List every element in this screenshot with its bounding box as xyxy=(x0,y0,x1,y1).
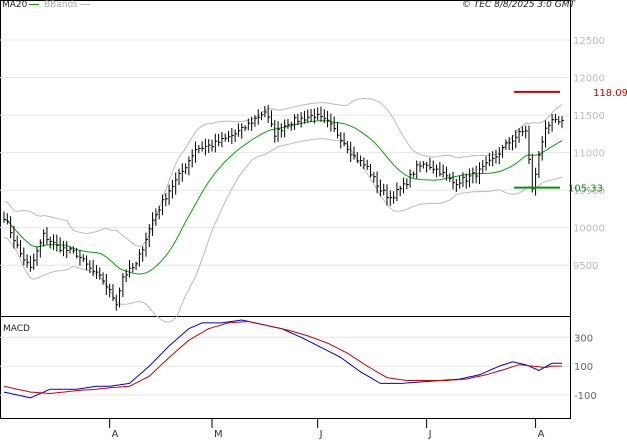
bband-upper-line xyxy=(3,97,563,247)
legend-bbands-swatch xyxy=(79,4,90,5)
price-tick-label: 11000 xyxy=(573,149,605,160)
legend-ma20-swatch xyxy=(29,4,40,5)
x-tick-label: J xyxy=(428,429,432,440)
price-tick-label: 12500 xyxy=(573,36,605,47)
resistance-label: 118.09 xyxy=(593,88,627,99)
stock-chart: 9500100001050011000115001200012500A M J J A1… xyxy=(0,0,627,440)
x-tick-label: M xyxy=(214,429,223,440)
macd-series-signal xyxy=(3,320,562,395)
bband-lower-line xyxy=(3,138,563,323)
price-tick-label: 9500 xyxy=(573,261,598,272)
x-tick-label: A xyxy=(538,429,545,440)
legend-ma20: MA20 xyxy=(2,0,40,10)
macd-tick-label: 300 xyxy=(574,333,593,344)
x-tick-label: J xyxy=(319,429,323,440)
legend-bbands-label: BBands xyxy=(44,0,78,10)
source-credit: © TEC 8/8/2025 3:0 GMT xyxy=(461,0,575,10)
macd-series-macd xyxy=(3,319,562,399)
macd-tick-label: -100 xyxy=(574,391,597,402)
macd-panel-label: MACD xyxy=(3,324,30,334)
price-tick-label: 12000 xyxy=(573,74,605,85)
price-tick-label: 11500 xyxy=(573,111,605,122)
legend-ma20-label: MA20 xyxy=(2,0,28,10)
legend-bbands: BBands xyxy=(44,0,90,10)
chart-frame xyxy=(0,0,571,419)
ma20-line xyxy=(3,120,563,275)
price-tick-label: 10000 xyxy=(573,224,605,235)
macd-tick-label: 100 xyxy=(574,362,593,373)
x-tick-label: A xyxy=(112,429,119,440)
support-label: 105.33 xyxy=(568,184,603,195)
